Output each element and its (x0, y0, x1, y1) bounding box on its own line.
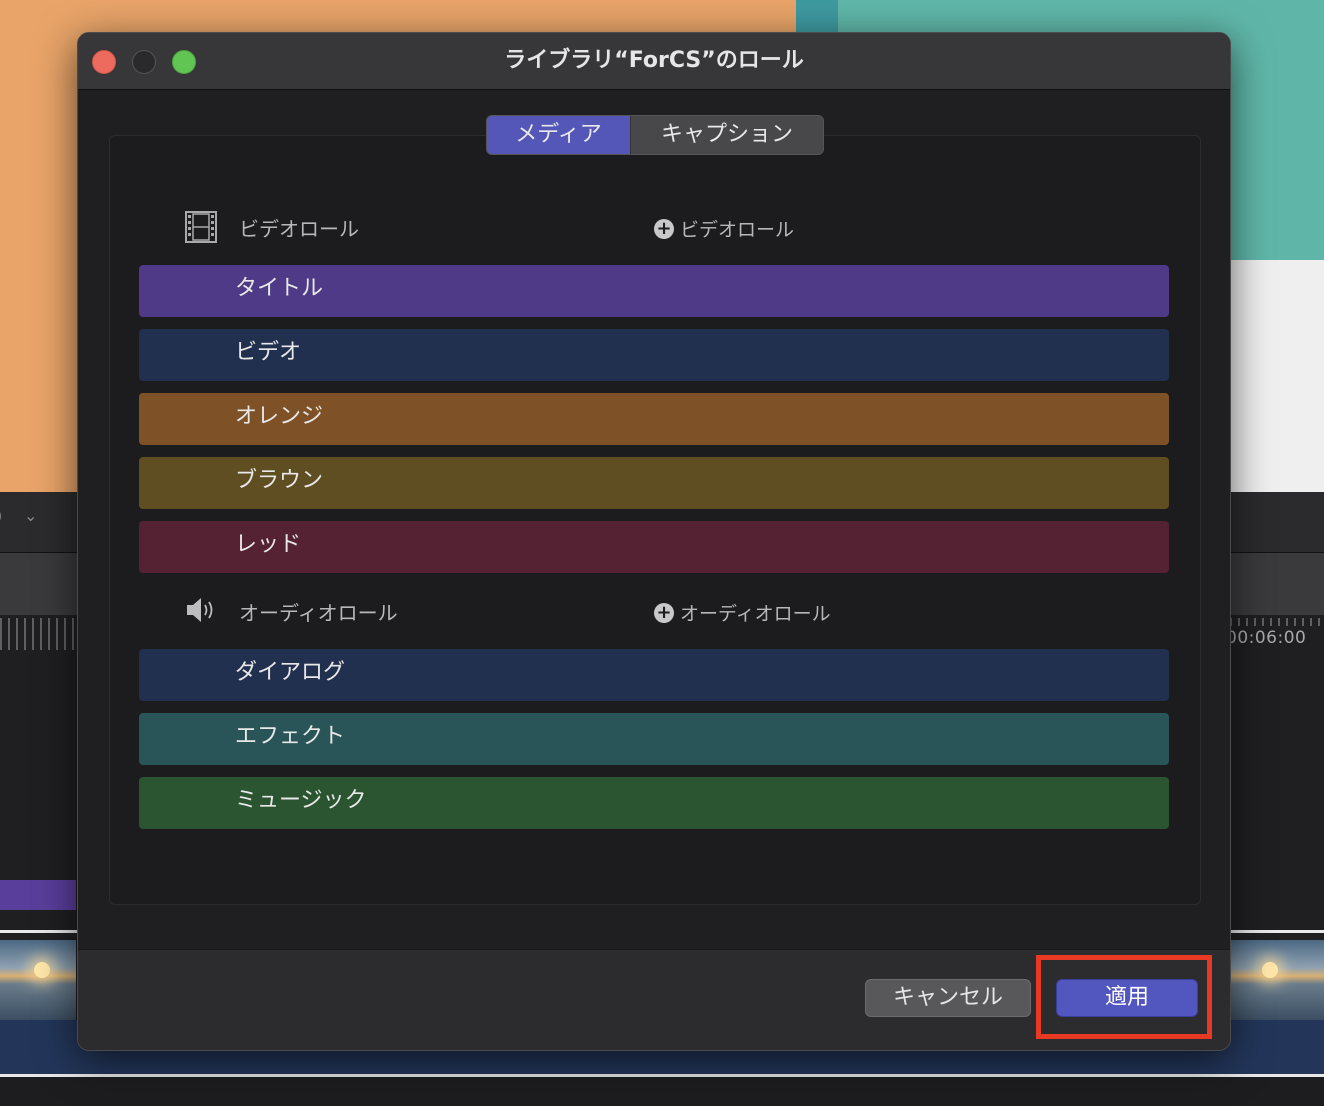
clip-thumbnail[interactable] (0, 940, 76, 1020)
sunset-image (34, 962, 50, 978)
timeline-ruler (1230, 618, 1324, 626)
role-music[interactable]: ミュージック (139, 777, 1169, 829)
tab-control: メディア キャプション (486, 115, 824, 155)
role-dialogue[interactable]: ダイアログ (139, 649, 1169, 701)
timeline-clip[interactable] (0, 880, 76, 910)
add-video-role-button[interactable]: + ビデオロール (654, 215, 794, 245)
speaker-icon (185, 595, 217, 630)
clip-thumbnail[interactable] (1230, 940, 1324, 1020)
add-audio-role-button[interactable]: + オーディオロール (654, 599, 831, 629)
role-red[interactable]: レッド (139, 521, 1169, 573)
add-video-role-label: ビデオロール (680, 219, 795, 241)
timeline-ruler (0, 618, 76, 650)
film-icon (185, 211, 217, 248)
tab-captions[interactable]: キャプション (631, 116, 823, 154)
role-title[interactable]: タイトル (139, 265, 1169, 317)
audio-roles-label: オーディオロール (239, 601, 398, 625)
role-video[interactable]: ビデオ (139, 329, 1169, 381)
audio-roles-header: オーディオロール (185, 595, 485, 625)
chevron-down-icon[interactable]: ⌄ (24, 506, 37, 525)
dialog-title: ライブラリ“ForCS”のロール (504, 48, 804, 73)
timeline-divider (0, 1074, 1324, 1077)
role-brown[interactable]: ブラウン (139, 457, 1169, 509)
cancel-button[interactable]: キャンセル (865, 979, 1031, 1017)
sunset-image (1262, 962, 1278, 978)
video-roles-header: ビデオロール (185, 211, 485, 243)
roles-dialog: ライブラリ“ForCS”のロール メディア キャプション ビデオロール + ビデ… (77, 32, 1231, 1051)
close-button[interactable] (92, 50, 116, 74)
minimize-button[interactable] (132, 50, 156, 74)
role-effects[interactable]: エフェクト (139, 713, 1169, 765)
zoom-button[interactable] (172, 50, 196, 74)
plus-circle-icon: + (654, 218, 674, 239)
video-roles-label: ビデオロール (239, 217, 359, 241)
tab-media[interactable]: メディア (487, 116, 631, 154)
role-orange[interactable]: オレンジ (139, 393, 1169, 445)
ruler-timecode: 00:06:00 (1226, 628, 1307, 648)
toolbar-paren: ) (0, 506, 2, 525)
add-audio-role-label: オーディオロール (680, 603, 831, 625)
apply-highlight-box (1036, 955, 1212, 1039)
plus-circle-icon: + (654, 602, 674, 623)
title-bar[interactable]: ライブラリ“ForCS”のロール (78, 33, 1230, 90)
